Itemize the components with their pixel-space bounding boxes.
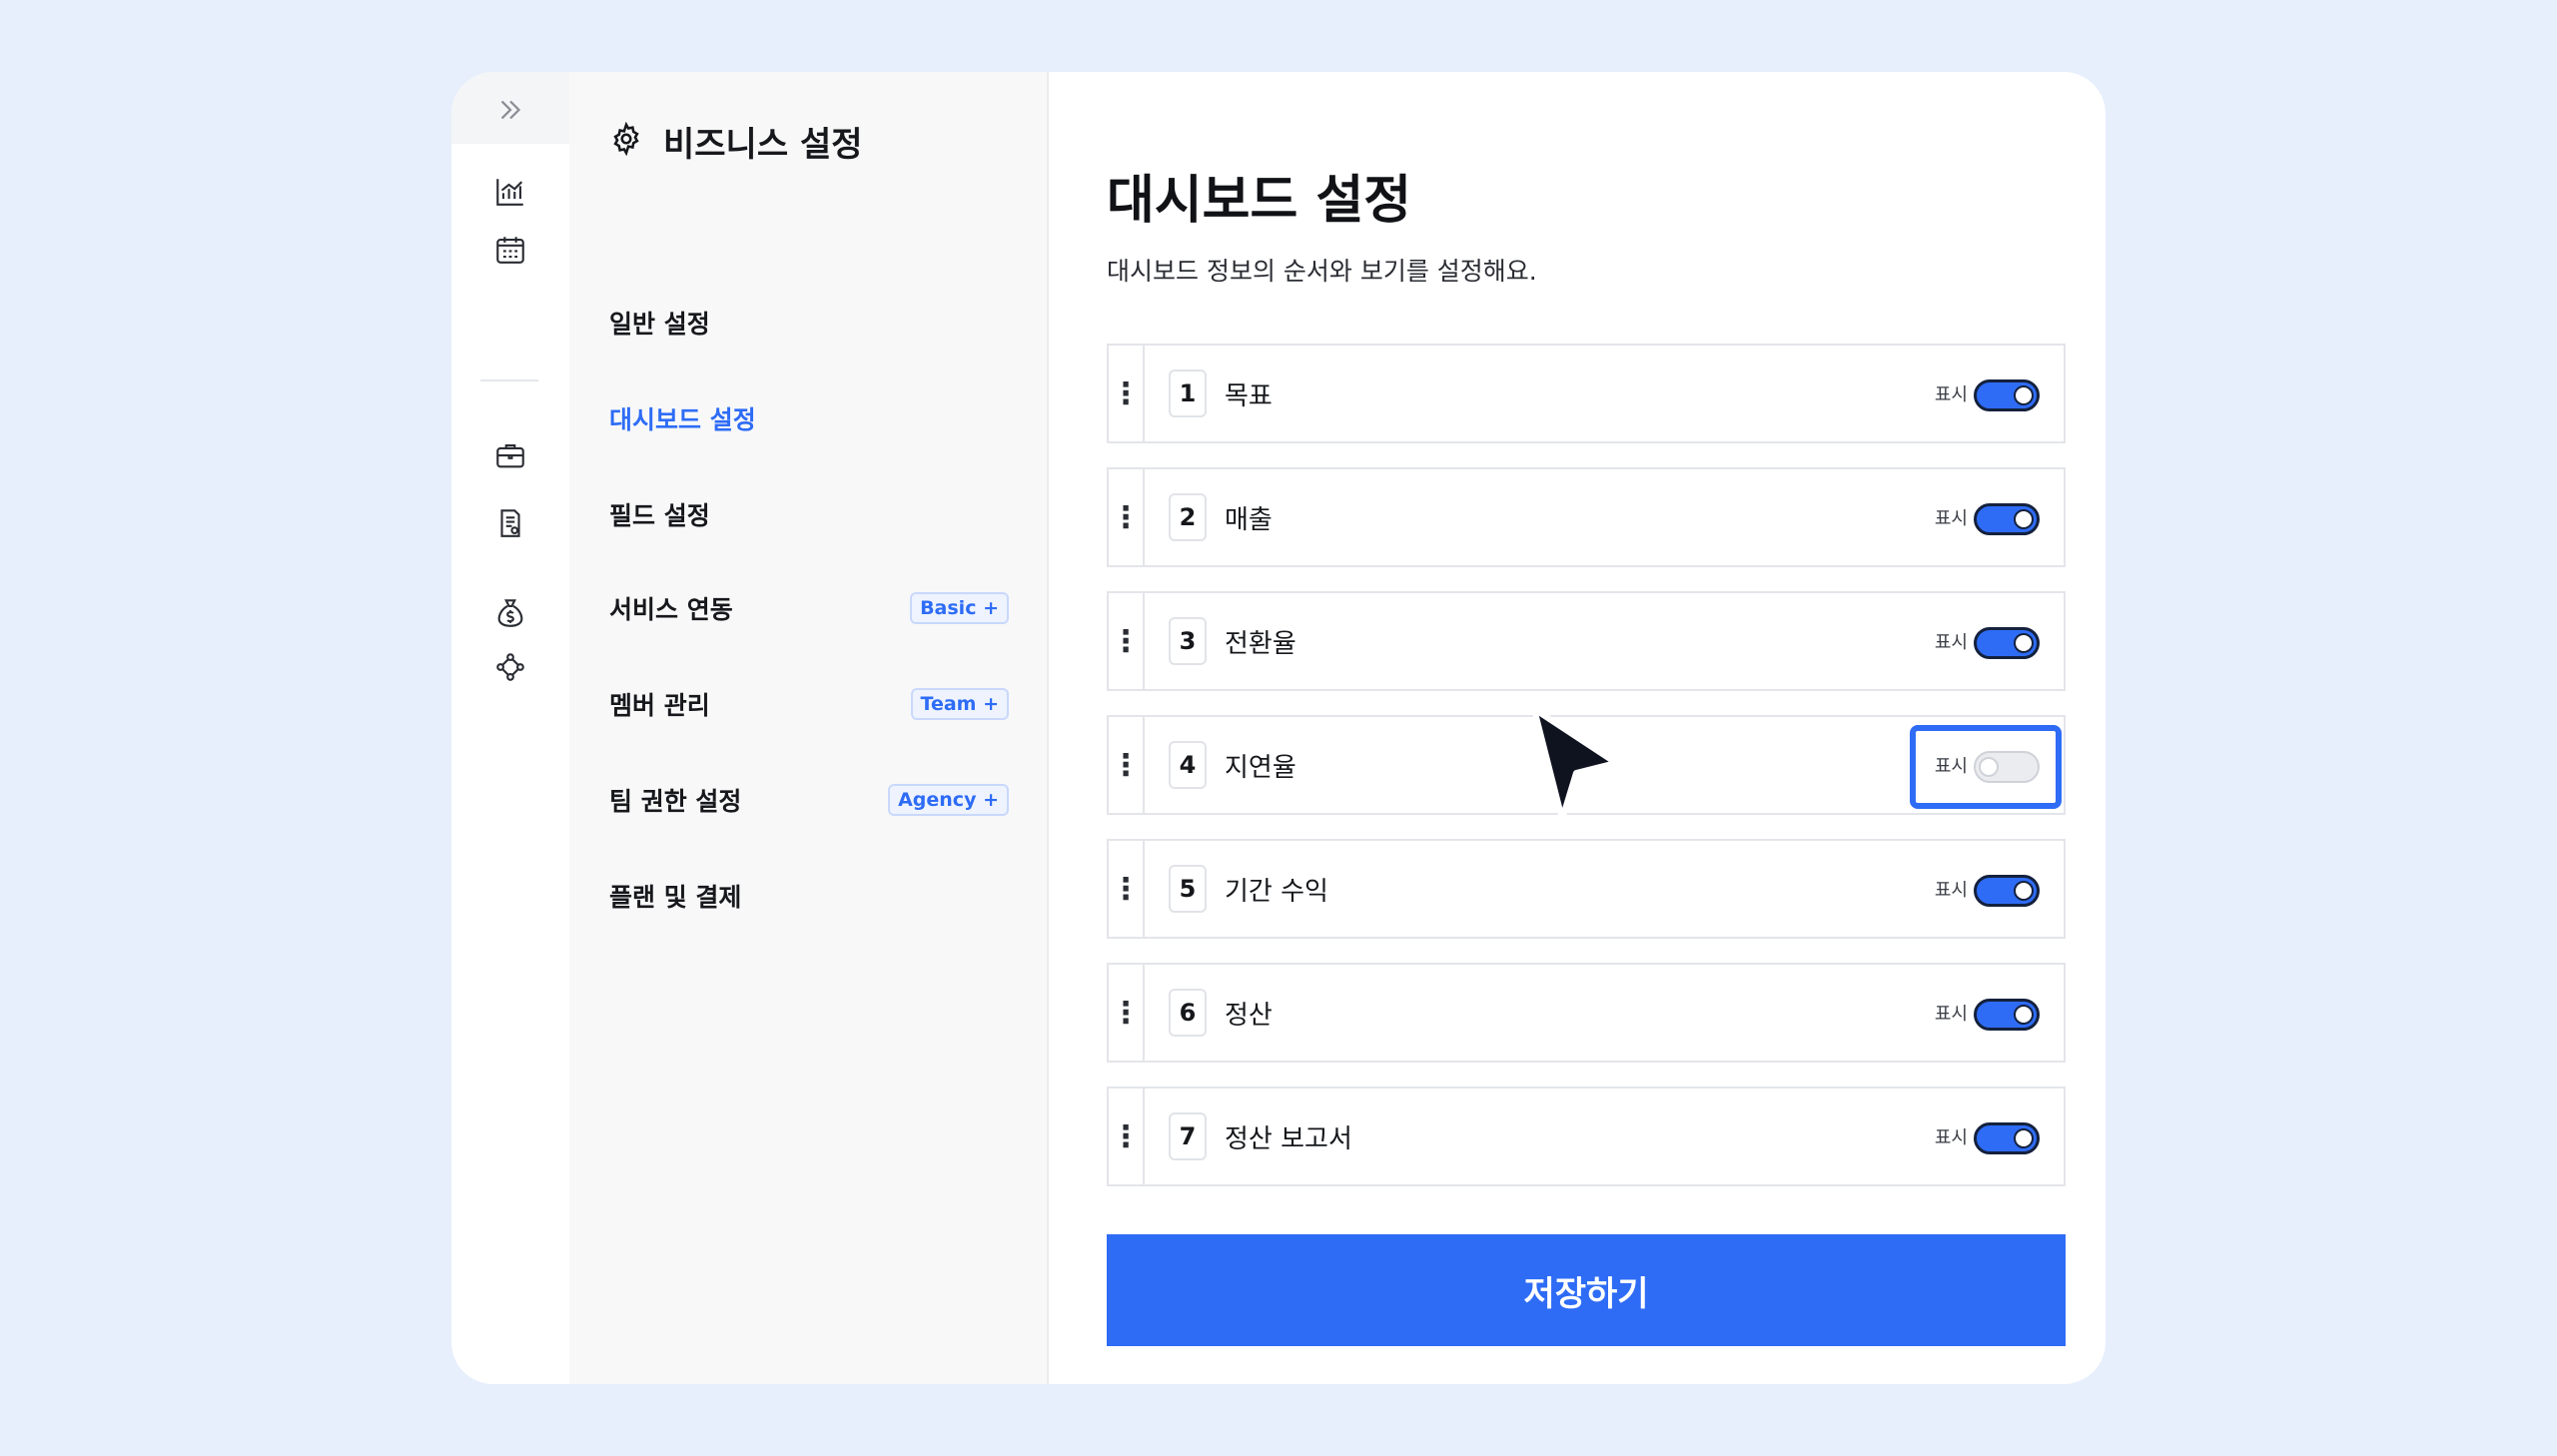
rail-divider <box>480 379 538 381</box>
nav-item-label: 팀 권한 설정 <box>609 787 742 816</box>
nav-item-integrations[interactable]: 서비스 연동 Basic + <box>609 581 1009 635</box>
nav-item-dashboard[interactable]: 대시보드 설정 <box>609 391 1009 445</box>
nav-item-members[interactable]: 멤버 관리 Team + <box>609 677 1009 731</box>
row-label: 전환율 <box>1225 628 1296 659</box>
toggle-knob <box>2014 1005 2034 1025</box>
show-label: 표시 <box>1934 1004 1968 1025</box>
drag-handle-icon[interactable]: ⋮ <box>1109 841 1145 937</box>
focus-highlight <box>1910 725 2062 809</box>
plan-badge: Team + <box>910 688 1009 720</box>
toggle-knob <box>2014 633 2034 653</box>
nav-item-label: 일반 설정 <box>609 310 710 339</box>
nav-item-label: 대시보드 설정 <box>609 405 756 434</box>
dashboard-row: ⋮ 2 매출 표시 <box>1107 467 2066 567</box>
show-label: 표시 <box>1934 1127 1968 1148</box>
drag-handle-icon[interactable]: ⋮ <box>1109 965 1145 1061</box>
show-label: 표시 <box>1934 632 1968 653</box>
row-index: 1 <box>1169 369 1207 417</box>
dashboard-row: ⋮ 7 정산 보고서 표시 <box>1107 1087 2066 1186</box>
drag-handle-icon[interactable]: ⋮ <box>1109 1089 1145 1184</box>
gear-icon <box>609 121 643 160</box>
nav-header: 비즈니스 설정 <box>609 116 863 166</box>
nav-item-label: 서비스 연동 <box>609 595 733 624</box>
document-icon[interactable] <box>482 495 538 551</box>
row-index: 5 <box>1169 865 1207 913</box>
drag-handle-icon[interactable]: ⋮ <box>1109 593 1145 689</box>
dashboard-row: ⋮ 5 기간 수익 표시 <box>1107 839 2066 939</box>
nav-item-label: 필드 설정 <box>609 501 710 530</box>
nav-item-team-permissions[interactable]: 팀 권한 설정 Agency + <box>609 773 1009 827</box>
show-label: 표시 <box>1934 880 1968 901</box>
expand-chevrons-icon[interactable] <box>482 82 538 138</box>
row-label: 기간 수익 <box>1225 876 1328 907</box>
dashboard-row: ⋮ 1 목표 표시 <box>1107 344 2066 443</box>
icon-rail <box>451 72 569 1384</box>
row-index: 2 <box>1169 493 1207 541</box>
toggle-knob <box>2014 509 2034 529</box>
page-title: 대시보드 설정 <box>1107 171 1412 231</box>
network-icon[interactable] <box>482 639 538 695</box>
row-index: 6 <box>1169 989 1207 1037</box>
row-index: 4 <box>1169 741 1207 789</box>
nav-title: 비즈니스 설정 <box>663 124 863 165</box>
row-label: 지연율 <box>1225 752 1296 783</box>
nav-item-label: 멤버 관리 <box>609 691 710 720</box>
visibility-toggle[interactable] <box>1974 999 2040 1031</box>
toggle-knob <box>2014 1128 2034 1148</box>
row-label: 정산 보고서 <box>1225 1123 1352 1154</box>
drag-handle-icon[interactable]: ⋮ <box>1109 717 1145 813</box>
visibility-toggle[interactable] <box>1974 379 2040 411</box>
settings-window: 비즈니스 설정 일반 설정 대시보드 설정 필드 설정 서비스 연동 Basic… <box>451 72 2106 1384</box>
show-label: 표시 <box>1934 384 1968 405</box>
toggle-knob <box>2014 385 2034 405</box>
calendar-icon[interactable] <box>482 222 538 278</box>
briefcase-icon[interactable] <box>482 427 538 483</box>
money-bag-icon[interactable] <box>482 585 538 641</box>
row-label: 목표 <box>1225 380 1273 411</box>
nav-item-label: 플랜 및 결제 <box>609 883 742 912</box>
visibility-toggle[interactable] <box>1974 627 2040 659</box>
save-button[interactable]: 저장하기 <box>1107 1234 2066 1346</box>
nav-item-fields[interactable]: 필드 설정 <box>609 487 1009 541</box>
row-label: 정산 <box>1225 1000 1273 1031</box>
dashboard-row: ⋮ 3 전환율 표시 <box>1107 591 2066 691</box>
settings-nav: 비즈니스 설정 일반 설정 대시보드 설정 필드 설정 서비스 연동 Basic… <box>569 72 1049 1384</box>
plan-badge: Basic + <box>910 592 1009 624</box>
visibility-toggle[interactable] <box>1974 1122 2040 1154</box>
plan-badge: Agency + <box>888 784 1009 816</box>
visibility-toggle[interactable] <box>1974 503 2040 535</box>
chart-icon[interactable] <box>482 164 538 220</box>
drag-handle-icon[interactable]: ⋮ <box>1109 346 1145 441</box>
show-label: 표시 <box>1934 508 1968 529</box>
mouse-cursor-icon <box>1531 706 1619 822</box>
dashboard-row: ⋮ 6 정산 표시 <box>1107 963 2066 1063</box>
nav-item-plan-billing[interactable]: 플랜 및 결제 <box>609 869 1009 923</box>
toggle-knob <box>2014 881 2034 901</box>
page-description: 대시보드 정보의 순서와 보기를 설정해요. <box>1107 257 1537 286</box>
nav-item-general[interactable]: 일반 설정 <box>609 296 1009 350</box>
row-index: 3 <box>1169 617 1207 665</box>
visibility-toggle[interactable] <box>1974 875 2040 907</box>
row-label: 매출 <box>1225 504 1273 535</box>
row-index: 7 <box>1169 1112 1207 1160</box>
drag-handle-icon[interactable]: ⋮ <box>1109 469 1145 565</box>
